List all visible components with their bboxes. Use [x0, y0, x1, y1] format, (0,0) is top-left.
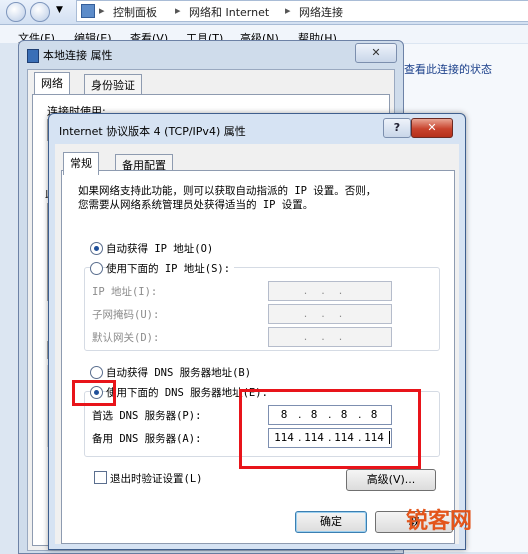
breadcrumb-separator-icon: ▸	[285, 4, 291, 17]
default-gateway-input[interactable]: ...	[268, 327, 392, 347]
highlight-dns-fields	[239, 389, 421, 469]
alternate-dns-label: 备用 DNS 服务器(A):	[92, 433, 202, 445]
breadcrumb-item[interactable]: 控制面板	[113, 4, 157, 20]
close-icon[interactable]: ✕	[355, 43, 397, 63]
history-dropdown-icon[interactable]: ▼	[56, 5, 63, 15]
validate-on-exit-checkbox[interactable]	[94, 471, 107, 484]
ip-auto-radio[interactable]	[90, 242, 103, 255]
ok-button[interactable]: 确定	[295, 511, 367, 533]
breadcrumb-separator-icon: ▸	[175, 4, 181, 17]
help-icon[interactable]: ?	[383, 118, 411, 138]
tab-general[interactable]: 常规	[63, 152, 99, 175]
ipv4-properties-dialog: Internet 协议版本 4 (TCP/IPv4) 属性 ? ✕ 常规 备用配…	[48, 113, 466, 550]
breadcrumb-item[interactable]: 网络和 Internet	[189, 4, 269, 20]
ip-auto-label[interactable]: 自动获得 IP 地址(O)	[106, 241, 213, 256]
general-panel: 如果网络支持此功能，则可以获取自动指派的 IP 设置。否则， 您需要从网络系统管…	[61, 170, 455, 544]
dns-auto-label[interactable]: 自动获得 DNS 服务器地址(B)	[106, 365, 251, 380]
ip-address-input[interactable]: ...	[268, 281, 392, 301]
advanced-button[interactable]: 高级(V)...	[346, 469, 436, 491]
default-gateway-label: 默认网关(D):	[92, 332, 160, 344]
subnet-mask-label: 子网掩码(U):	[92, 309, 160, 321]
forward-icon[interactable]	[30, 2, 50, 22]
highlight-dns-manual	[72, 380, 116, 406]
network-adapter-icon	[27, 49, 39, 63]
subnet-mask-input[interactable]: ...	[268, 304, 392, 324]
intro-line-2: 您需要从网络系统管理员处获得适当的 IP 设置。	[78, 199, 314, 211]
validate-on-exit-label[interactable]: 退出时验证设置(L)	[110, 471, 202, 486]
dialog-title: 本地连接 属性	[43, 49, 113, 62]
close-icon[interactable]: ✕	[411, 118, 453, 138]
breadcrumb-item[interactable]: 网络连接	[299, 4, 343, 20]
breadcrumb[interactable]: ▸ 控制面板 ▸ 网络和 Internet ▸ 网络连接	[76, 0, 528, 22]
tab-network[interactable]: 网络	[34, 72, 70, 95]
ip-manual-radio[interactable]	[90, 262, 103, 275]
watermark-logo: 锐客网	[406, 509, 473, 534]
breadcrumb-separator-icon: ▸	[99, 4, 105, 17]
preferred-dns-label: 首选 DNS 服务器(P):	[92, 410, 202, 422]
ip-address-label: IP 地址(I):	[92, 286, 158, 298]
ip-manual-label[interactable]: 使用下面的 IP 地址(S):	[106, 261, 235, 276]
address-bar: ▼ ▸ 控制面板 ▸ 网络和 Internet ▸ 网络连接	[0, 0, 528, 25]
control-panel-icon	[81, 4, 95, 18]
intro-line-1: 如果网络支持此功能，则可以获取自动指派的 IP 设置。否则，	[78, 185, 377, 197]
tab-authentication[interactable]: 身份验证	[84, 74, 142, 95]
dialog-title: Internet 协议版本 4 (TCP/IPv4) 属性	[59, 125, 246, 138]
back-icon[interactable]	[6, 2, 26, 22]
dns-auto-radio[interactable]	[90, 366, 103, 379]
view-status-link[interactable]: 查看此连接的状态	[404, 61, 492, 77]
